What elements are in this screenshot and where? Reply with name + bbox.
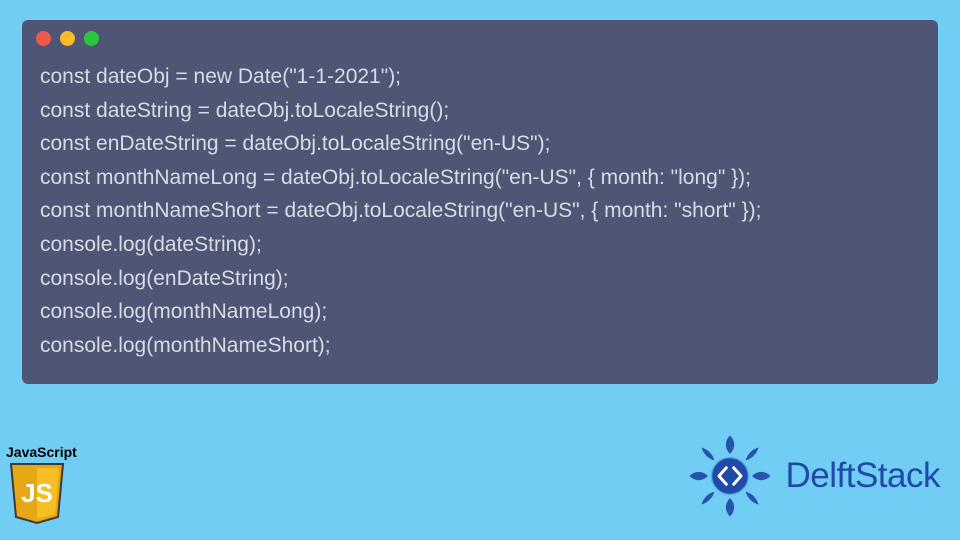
brand-logo-icon — [684, 430, 776, 522]
maximize-icon — [84, 31, 99, 46]
svg-text:JS: JS — [21, 478, 53, 508]
code-line: console.log(monthNameLong); — [40, 295, 920, 329]
code-line: console.log(enDateString); — [40, 262, 920, 296]
code-line: const monthNameShort = dateObj.toLocaleS… — [40, 194, 920, 228]
close-icon — [36, 31, 51, 46]
code-line: const dateObj = new Date("1-1-2021"); — [40, 60, 920, 94]
minimize-icon — [60, 31, 75, 46]
code-line: console.log(dateString); — [40, 228, 920, 262]
code-line: const monthNameLong = dateObj.toLocaleSt… — [40, 161, 920, 195]
code-line: console.log(monthNameShort); — [40, 329, 920, 363]
brand-footer: DelftStack — [684, 430, 941, 522]
brand-name: DelftStack — [786, 456, 941, 496]
javascript-badge: JavaScript JS — [6, 444, 94, 524]
javascript-label: JavaScript — [6, 444, 94, 460]
code-block: const dateObj = new Date("1-1-2021");con… — [22, 56, 938, 362]
code-window: const dateObj = new Date("1-1-2021");con… — [22, 20, 938, 384]
window-titlebar — [22, 20, 938, 56]
javascript-shield-icon: JS — [8, 462, 66, 524]
code-line: const dateString = dateObj.toLocaleStrin… — [40, 94, 920, 128]
code-line: const enDateString = dateObj.toLocaleStr… — [40, 127, 920, 161]
